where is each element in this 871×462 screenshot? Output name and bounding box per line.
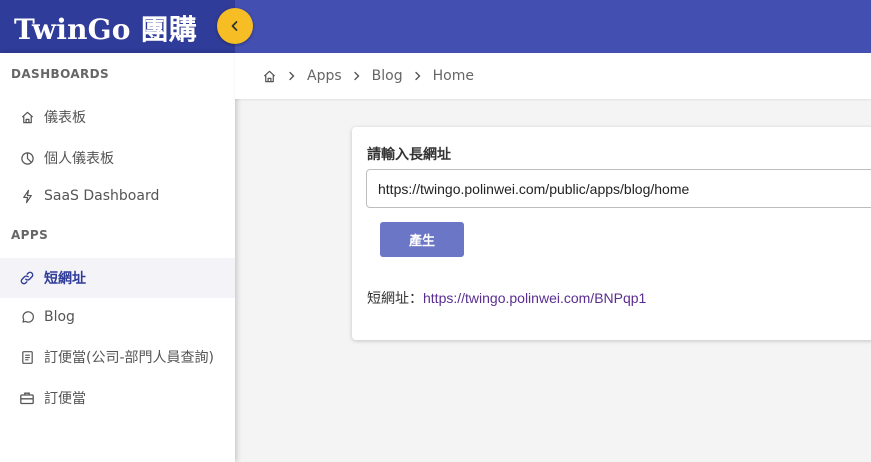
chat-bubble-icon xyxy=(19,309,35,325)
brand-area: TwinGo 團購 xyxy=(0,0,235,53)
sidebar-item-blog[interactable]: Blog xyxy=(0,297,235,337)
home-icon xyxy=(19,109,35,125)
sidebar-item-saas-dashboard[interactable]: SaaS Dashboard xyxy=(0,176,235,216)
breadcrumb: Apps Blog Home xyxy=(235,53,871,99)
sidebar-item-dashboard[interactable]: 儀表板 xyxy=(0,97,235,137)
chevron-left-icon xyxy=(231,21,238,31)
sidebar-item-label: 訂便當(公司-部門人員查詢) xyxy=(44,350,214,366)
lightning-icon xyxy=(19,188,35,204)
short-url-card: 請輸入長網址 產生 短網址：https://twingo.polinwei.co… xyxy=(352,127,871,340)
sidebar-item-short-url[interactable]: 短網址 xyxy=(0,258,235,298)
link-icon xyxy=(19,270,35,286)
home-icon[interactable] xyxy=(262,69,277,84)
sidebar-item-lunch-order[interactable]: 訂便當 xyxy=(0,378,235,418)
sidebar: DASHBOARDS 儀表板 個人儀表板 SaaS Dashboard APPS… xyxy=(0,53,235,462)
sidebar-item-label: SaaS Dashboard xyxy=(44,188,160,204)
sidebar-item-lunch-order-query[interactable]: 訂便當(公司-部門人員查詢) xyxy=(0,337,235,377)
short-url-result-label: 短網址： xyxy=(367,291,423,307)
pie-chart-icon xyxy=(19,150,35,166)
chevron-right-icon xyxy=(413,71,423,81)
collapse-sidebar-button[interactable] xyxy=(217,8,253,44)
short-url-result: 短網址：https://twingo.polinwei.com/BNPqp1 xyxy=(367,288,646,308)
short-url-link[interactable]: https://twingo.polinwei.com/BNPqp1 xyxy=(423,290,646,306)
section-title-dashboards: DASHBOARDS xyxy=(11,67,110,81)
app-title: TwinGo 團購 xyxy=(14,13,197,46)
section-title-apps: APPS xyxy=(11,228,49,242)
sidebar-item-personal-dashboard[interactable]: 個人儀表板 xyxy=(0,138,235,178)
breadcrumb-apps[interactable]: Apps xyxy=(307,68,342,84)
document-icon xyxy=(19,349,35,365)
briefcase-icon xyxy=(19,390,35,406)
long-url-label: 請輸入長網址 xyxy=(367,147,451,163)
generate-button[interactable]: 產生 xyxy=(380,222,464,257)
sidebar-item-label: 訂便當 xyxy=(44,391,86,407)
sidebar-item-label: 短網址 xyxy=(44,271,86,287)
sidebar-item-label: Blog xyxy=(44,309,75,325)
breadcrumb-home[interactable]: Home xyxy=(433,68,474,84)
sidebar-item-label: 儀表板 xyxy=(44,110,86,126)
chevron-right-icon xyxy=(352,71,362,81)
sidebar-item-label: 個人儀表板 xyxy=(44,151,114,167)
chevron-right-icon xyxy=(287,71,297,81)
long-url-input[interactable] xyxy=(366,169,871,208)
breadcrumb-blog[interactable]: Blog xyxy=(372,68,403,84)
